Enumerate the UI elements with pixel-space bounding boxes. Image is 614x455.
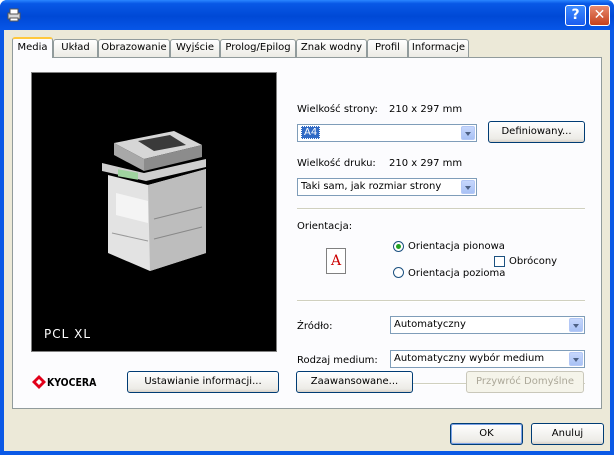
print-size-dimensions: 210 x 297 mm xyxy=(389,158,463,169)
tab-profile[interactable]: Profil xyxy=(367,39,408,57)
printer-preview: PCL XL xyxy=(31,72,277,352)
separator xyxy=(297,300,585,302)
rotated-checkbox[interactable] xyxy=(494,256,505,267)
media-type-select[interactable]: Automatyczny wybór medium xyxy=(390,350,585,368)
cancel-button[interactable]: Anuluj xyxy=(531,423,604,445)
ok-button[interactable]: OK xyxy=(450,423,523,445)
tab-watermark[interactable]: Znak wodny xyxy=(296,39,367,57)
media-type-value: Automatyczny wybór medium xyxy=(394,353,545,364)
source-value: Automatyczny xyxy=(394,319,466,330)
media-tab-panel: PCL XL Wielkość strony: 210 x 297 mm A4 … xyxy=(12,57,602,409)
source-select[interactable]: Automatyczny xyxy=(390,316,585,334)
source-label: Źródło: xyxy=(297,321,333,332)
pdl-label: PCL XL xyxy=(44,327,92,341)
chevron-down-icon[interactable] xyxy=(461,180,475,194)
help-button[interactable]: ? xyxy=(565,5,586,26)
title-bar[interactable]: ? ✕ xyxy=(0,0,614,30)
landscape-label[interactable]: Orientacja pozioma xyxy=(408,268,505,279)
tab-media[interactable]: Media xyxy=(12,37,53,58)
chevron-down-icon[interactable] xyxy=(569,318,583,332)
page-size-value: A4 xyxy=(301,126,321,139)
tab-layout[interactable]: Układ xyxy=(53,39,98,57)
tab-information[interactable]: Informacje xyxy=(408,39,469,57)
chevron-down-icon[interactable] xyxy=(461,126,475,140)
kyocera-logo: KYOCERA xyxy=(32,375,105,389)
print-size-value: Taki sam, jak rozmiar strony xyxy=(301,181,442,192)
advanced-button[interactable]: Zaawansowane... xyxy=(296,371,413,393)
portrait-label[interactable]: Orientacja pionowa xyxy=(408,241,505,252)
page-size-select[interactable]: A4 xyxy=(297,124,477,142)
settings-info-button[interactable]: Ustawianie informacji... xyxy=(127,371,279,393)
orientation-preview-icon: A xyxy=(326,248,346,274)
printer-image xyxy=(102,131,206,271)
printer-properties-window: ? ✕ Media Układ Obrazowanie Wyjście Prol… xyxy=(0,0,614,455)
close-button[interactable]: ✕ xyxy=(589,5,610,26)
kyocera-logo-text: KYOCERA xyxy=(47,375,97,389)
page-size-dimensions: 210 x 297 mm xyxy=(389,104,463,115)
restore-defaults-button[interactable]: Przywróć Domyślne xyxy=(466,371,584,393)
tab-imaging[interactable]: Obrazowanie xyxy=(98,39,170,57)
tab-prolog-epilog[interactable]: Prolog/Epilog xyxy=(220,39,296,57)
tab-output[interactable]: Wyjście xyxy=(170,39,220,57)
kyocera-logo-mark-icon xyxy=(32,375,46,389)
dialog-client-area: Media Układ Obrazowanie Wyjście Prolog/E… xyxy=(4,30,610,451)
portrait-radio[interactable] xyxy=(393,241,404,252)
print-size-select[interactable]: Taki sam, jak rozmiar strony xyxy=(297,178,477,196)
orientation-label: Orientacja: xyxy=(297,221,353,232)
custom-page-size-button[interactable]: Definiowany... xyxy=(488,121,585,143)
printer-icon xyxy=(7,8,21,22)
landscape-radio[interactable] xyxy=(393,267,404,278)
separator xyxy=(297,208,585,210)
rotated-label[interactable]: Obrócony xyxy=(509,256,557,267)
print-size-label: Wielkość druku: xyxy=(297,158,376,169)
chevron-down-icon[interactable] xyxy=(569,352,583,366)
page-size-label: Wielkość strony: xyxy=(297,104,378,115)
media-type-label: Rodzaj medium: xyxy=(297,355,378,366)
